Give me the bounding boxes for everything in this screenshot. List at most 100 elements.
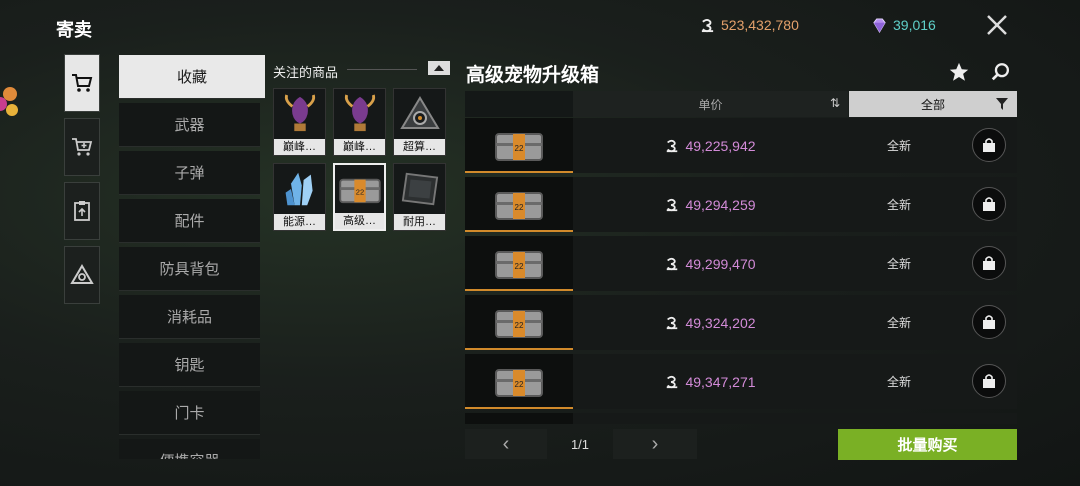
table-header: 单价 ⇅ 全部 xyxy=(465,91,1017,117)
category-attachments[interactable]: 配件 xyxy=(119,199,260,243)
watched-grid: 巅峰… 巅峰… 超算… 能源… 22 高级… 耐用… xyxy=(273,88,453,231)
row-item-image: 22 xyxy=(465,295,573,350)
category-weapons[interactable]: 武器 xyxy=(119,103,260,147)
table-row-partial xyxy=(465,413,1017,424)
shopping-bag-icon xyxy=(983,256,995,270)
buy-button[interactable] xyxy=(972,187,1006,221)
filter-button[interactable]: 全部 xyxy=(849,91,1017,117)
price-column-label: 单价 xyxy=(698,97,723,112)
buy-button[interactable] xyxy=(972,128,1006,162)
row-condition: 全新 xyxy=(886,316,911,330)
gem-amount: 39,016 xyxy=(893,17,936,33)
star-icon[interactable] xyxy=(948,61,970,83)
page-title: 寄卖 xyxy=(56,20,92,40)
watched-item-label: 超算… xyxy=(394,139,445,155)
row-price: 49,294,259 xyxy=(573,177,848,232)
shop-tab-button[interactable] xyxy=(64,54,100,112)
pet-upgrade-box-icon: 22 xyxy=(495,309,543,338)
row-price: 49,299,470 xyxy=(573,236,848,291)
close-icon xyxy=(987,15,1007,35)
price-value: 49,299,470 xyxy=(685,255,756,272)
pet-upgrade-box-icon: 22 xyxy=(495,191,543,220)
table-row[interactable]: 22 49,347,271 全新 xyxy=(465,354,1017,409)
svg-text:22: 22 xyxy=(515,144,524,153)
row-item-image: 22 xyxy=(465,177,573,232)
close-button[interactable] xyxy=(984,12,1010,38)
table-row[interactable]: 22 49,324,202 全新 xyxy=(465,295,1017,350)
coin-amount: 523,432,780 xyxy=(721,17,799,33)
dragon-trophy-icon xyxy=(284,94,315,132)
cart-add-icon xyxy=(72,138,93,156)
watched-item-label: 耐用… xyxy=(394,214,445,230)
table-row[interactable]: 22 49,225,942 全新 xyxy=(465,118,1017,173)
category-containers[interactable]: 便携容器 xyxy=(119,439,260,459)
category-armor-backpack[interactable]: 防具背包 xyxy=(119,247,260,291)
coin-icon xyxy=(667,198,678,211)
watched-item[interactable]: 能源… xyxy=(273,163,326,231)
coin-icon xyxy=(667,257,678,270)
price-value: 49,294,259 xyxy=(685,196,756,213)
watched-item-label: 能源… xyxy=(274,214,325,230)
shopping-bag-icon xyxy=(983,315,995,329)
watched-item[interactable]: 耐用… xyxy=(393,163,446,231)
category-ammo[interactable]: 子弹 xyxy=(119,151,260,195)
row-condition: 全新 xyxy=(886,375,911,389)
watched-item[interactable]: 超算… xyxy=(393,88,446,156)
triangle-up-icon xyxy=(434,65,444,71)
svg-text:22: 22 xyxy=(515,380,524,389)
header-image-col xyxy=(465,91,573,117)
sort-icon: ⇅ xyxy=(829,96,840,110)
bulk-buy-button[interactable]: 批量购买 xyxy=(838,429,1017,460)
row-condition: 全新 xyxy=(886,257,911,271)
row-item-image: 22 xyxy=(465,354,573,409)
coin-balance: 523,432,780 xyxy=(700,17,799,33)
records-tab-button[interactable] xyxy=(64,246,100,304)
watched-item[interactable]: 巅峰… xyxy=(273,88,326,156)
watched-item-label: 巅峰… xyxy=(274,139,325,155)
logo-triangle-icon xyxy=(70,264,94,284)
pet-upgrade-box-icon: 22 xyxy=(495,132,543,161)
table-row[interactable]: 22 49,299,470 全新 xyxy=(465,236,1017,291)
dragon-trophy-icon xyxy=(344,94,375,132)
filter-icon xyxy=(996,98,1008,110)
svg-text:22: 22 xyxy=(355,188,363,197)
watched-item[interactable]: 巅峰… xyxy=(333,88,386,156)
listings-tab-button[interactable] xyxy=(64,182,100,240)
buy-button[interactable] xyxy=(972,246,1006,280)
shopping-bag-icon xyxy=(983,138,995,152)
clipboard-upload-icon xyxy=(74,201,90,221)
table-row[interactable]: 22 49,294,259 全新 xyxy=(465,177,1017,232)
row-condition: 全新 xyxy=(886,139,911,153)
coin-icon xyxy=(667,316,678,329)
collapse-button[interactable] xyxy=(428,61,450,75)
side-nav xyxy=(64,54,100,310)
pet-upgrade-box-icon: 22 xyxy=(495,368,543,397)
price-sort-button[interactable]: 单价 ⇅ xyxy=(573,91,848,117)
page-indicator: 1/1 xyxy=(570,436,590,452)
category-keys[interactable]: 钥匙 xyxy=(119,343,260,387)
divider xyxy=(347,69,417,70)
svg-text:22: 22 xyxy=(515,262,524,271)
diamond-icon xyxy=(873,17,886,33)
search-icon[interactable] xyxy=(990,61,1012,83)
prev-page-button[interactable]: ‹ xyxy=(465,429,547,459)
decorative-flower-icon xyxy=(0,87,18,116)
next-page-button[interactable]: › xyxy=(613,429,697,459)
price-value: 49,225,942 xyxy=(685,137,756,154)
cart-icon xyxy=(72,74,93,92)
sell-tab-button[interactable] xyxy=(64,118,100,176)
category-keycards[interactable]: 门卡 xyxy=(119,391,260,435)
row-item-image: 22 xyxy=(465,118,573,173)
category-consumables[interactable]: 消耗品 xyxy=(119,295,260,339)
buy-button[interactable] xyxy=(972,364,1006,398)
chevron-left-icon: ‹ xyxy=(502,432,510,455)
watched-item-selected[interactable]: 22 高级… xyxy=(333,163,386,231)
buy-button[interactable] xyxy=(972,305,1006,339)
coin-icon xyxy=(667,375,678,388)
coin-icon xyxy=(701,18,714,32)
chevron-right-icon: › xyxy=(651,432,659,455)
supercomputer-icon xyxy=(399,96,440,129)
row-condition: 全新 xyxy=(886,198,911,212)
category-favorites[interactable]: 收藏 xyxy=(119,55,265,99)
energy-crystal-icon xyxy=(285,172,313,206)
